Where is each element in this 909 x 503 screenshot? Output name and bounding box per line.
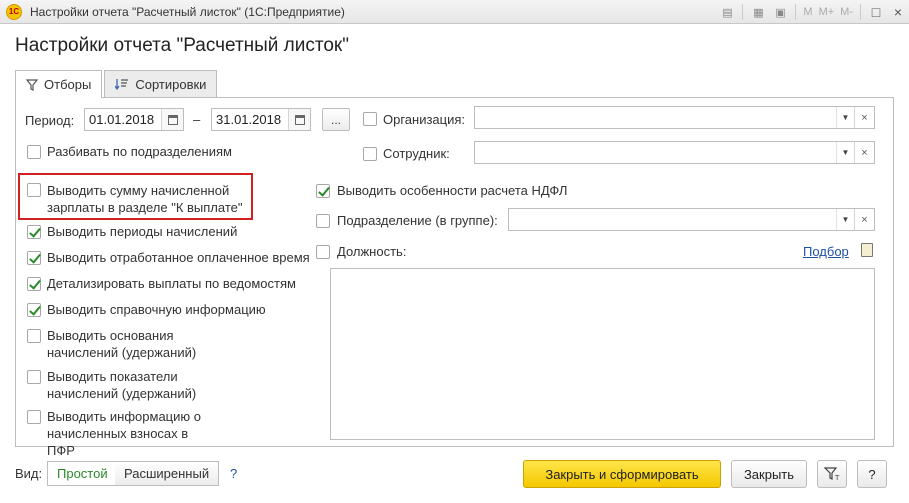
separator [795,4,797,20]
employee-label: Сотрудник: [383,146,450,161]
period-from-calendar-button[interactable] [161,109,183,130]
detail-payments-checkbox[interactable] [27,277,41,291]
close-window-button[interactable]: × [887,1,909,23]
form-title: Настройки отчета "Расчетный листок" [15,35,349,56]
department-field[interactable]: ▼ × [508,208,875,231]
ndfl-features-label: Выводить особенности расчета НДФЛ [337,183,568,198]
accrued-salary-checkbox[interactable] [27,183,41,197]
organization-checkbox[interactable] [363,112,377,126]
organization-field[interactable]: ▼ × [474,106,875,129]
department-checkbox[interactable] [316,214,330,228]
app-logo-icon: 1С [6,3,22,20]
tab-sorting[interactable]: Сортировки [104,70,218,97]
department-clear-icon[interactable]: × [854,209,874,230]
period-to-calendar-button[interactable] [288,109,310,130]
filter-icon [26,78,38,91]
separator [742,4,744,20]
organization-dropdown-icon[interactable]: ▼ [836,107,854,128]
pension-contrib-checkbox[interactable] [27,410,41,424]
period-from-field[interactable]: 01.01.2018 [84,108,184,131]
paste-icon[interactable] [861,243,873,257]
sort-icon [115,79,129,90]
position-list[interactable] [330,268,875,440]
accrued-salary-label: Выводить сумму начисленной зарплаты в ра… [47,183,243,215]
title-bar-tools: ▤ ▦ ▣ M M+ M- □ × [716,0,909,24]
reference-info-checkbox[interactable] [27,303,41,317]
title-bar: 1С Настройки отчета "Расчетный листок" (… [0,0,909,24]
svg-text:T: T [834,474,840,481]
close-button[interactable]: Закрыть [731,460,807,488]
worked-time-checkbox[interactable] [27,251,41,265]
accrual-grounds-checkbox[interactable] [27,329,41,343]
employee-checkbox[interactable] [363,147,377,161]
accrual-grounds-label: Выводить основания начислений (удержаний… [47,328,197,360]
calendar-icon [294,114,305,125]
view-simple-button[interactable]: Простой [47,461,118,486]
pension-contrib-label: Выводить информацию о начисленных взноса… [47,409,201,458]
detail-payments-label: Детализировать выплаты по ведомостям [47,276,296,291]
organization-clear-icon[interactable]: × [854,107,874,128]
employee-field[interactable]: ▼ × [474,141,875,164]
accrual-periods-label: Выводить периоды начислений [47,224,238,239]
split-departments-label: Разбивать по подразделениям [47,144,232,159]
tab-filters[interactable]: Отборы [15,70,103,98]
pick-link[interactable]: Подбор [803,244,849,259]
memory-m-button[interactable]: M [800,6,815,18]
view-extended-button[interactable]: Расширенный [115,461,220,486]
calendar-icon [167,114,178,125]
split-departments-checkbox[interactable] [27,145,41,159]
department-label: Подразделение (в группе): [337,213,498,228]
employee-clear-icon[interactable]: × [854,142,874,163]
period-from-value: 01.01.2018 [89,112,155,127]
period-select-button[interactable]: ... [322,108,350,131]
employee-dropdown-icon[interactable]: ▼ [836,142,854,163]
position-checkbox[interactable] [316,245,330,259]
reference-info-label: Выводить справочную информацию [47,302,266,317]
filter-icon: T [824,467,840,481]
maximize-button[interactable]: □ [865,1,887,23]
period-dash: – [193,112,201,127]
ndfl-features-checkbox[interactable] [316,184,330,198]
tab-sorting-label: Сортировки [135,76,207,92]
help-button[interactable]: ? [857,460,887,488]
separator [860,4,861,20]
tab-bar: Отборы Сортировки [15,70,218,98]
calendar-icon[interactable]: ▣ [769,1,791,23]
accrual-periods-checkbox[interactable] [27,225,41,239]
period-label: Период: [25,113,75,128]
position-label: Должность: [337,244,407,259]
window-title: Настройки отчета "Расчетный листок" (1С:… [30,4,345,19]
worked-time-label: Выводить отработанное оплаченное время [47,250,310,265]
filter-settings-button[interactable]: T [817,460,847,488]
view-help-link[interactable]: ? [230,466,237,481]
memory-minus-button[interactable]: M- [837,6,856,18]
print-icon[interactable]: ▤ [716,1,738,23]
close-and-generate-button[interactable]: Закрыть и сформировать [523,460,721,488]
view-label: Вид: [15,466,43,481]
period-to-value: 31.01.2018 [216,112,282,127]
tab-filters-label: Отборы [44,77,92,92]
organization-label: Организация: [383,112,466,127]
period-to-field[interactable]: 31.01.2018 [211,108,311,131]
calculator-icon[interactable]: ▦ [747,1,769,23]
accrual-indicators-checkbox[interactable] [27,370,41,384]
memory-plus-button[interactable]: M+ [816,6,838,18]
department-dropdown-icon[interactable]: ▼ [836,209,854,230]
accrual-indicators-label: Выводить показатели начислений (удержани… [47,369,197,401]
